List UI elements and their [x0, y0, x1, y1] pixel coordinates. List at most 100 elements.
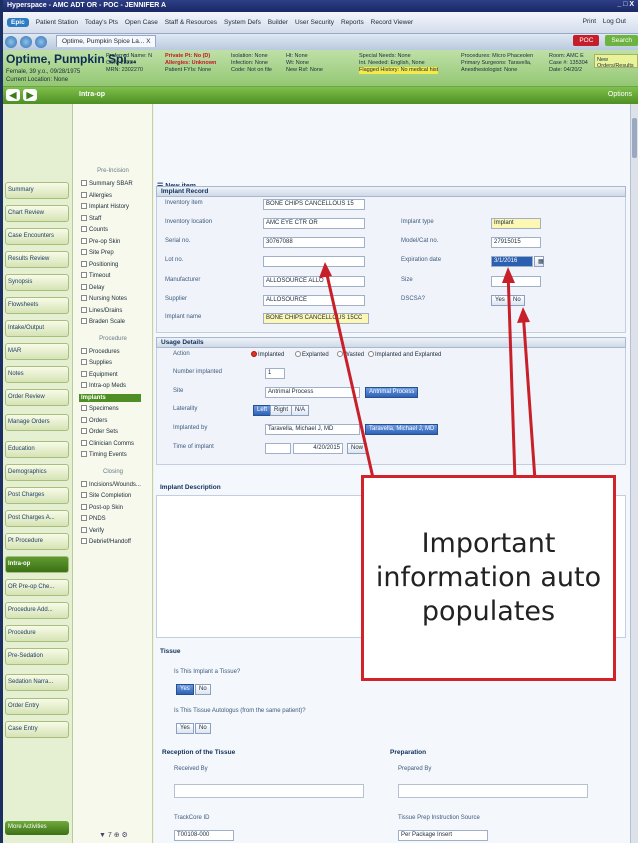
checkbox-icon[interactable]: [81, 249, 87, 255]
model-field[interactable]: 27915015: [491, 237, 541, 248]
checkbox-icon[interactable]: [81, 226, 87, 232]
nav-case-entry[interactable]: Case Entry: [5, 721, 69, 738]
nav-demographics[interactable]: Demographics: [5, 464, 69, 481]
epic-logo[interactable]: Epic: [7, 18, 29, 27]
lot-field[interactable]: [263, 256, 365, 267]
phase-item-timing-events[interactable]: Timing Events: [81, 451, 127, 458]
dscsa-no-button[interactable]: No: [509, 295, 525, 306]
prep-instruction-field[interactable]: Per Package Insert: [398, 830, 488, 841]
tissue-yes-button[interactable]: Yes: [176, 684, 194, 695]
checkbox-icon[interactable]: [81, 295, 87, 301]
menu-record-viewer[interactable]: Record Viewer: [371, 19, 414, 26]
phase-item-lines-drains[interactable]: Lines/Drains: [81, 306, 122, 314]
size-field[interactable]: [491, 276, 541, 287]
phase-item-pnds[interactable]: PNDS: [81, 515, 106, 522]
phase-item-allergies[interactable]: Allergies: [81, 191, 112, 199]
implant-name-field[interactable]: BONE CHIPS CANCELLOUS 15CC: [263, 313, 369, 324]
phase-item-counts[interactable]: Counts: [81, 226, 108, 233]
nav-mar[interactable]: MAR: [5, 343, 69, 360]
phase-item-verify[interactable]: Verify: [81, 526, 104, 534]
autologous-no-button[interactable]: No: [195, 723, 211, 734]
checkbox-icon[interactable]: [81, 370, 87, 377]
phase-item-orders[interactable]: Orders: [81, 416, 107, 424]
time-of-implant-time[interactable]: [265, 443, 291, 454]
nav-flowsheets[interactable]: Flowsheets: [5, 297, 69, 314]
checkbox-icon[interactable]: [81, 237, 87, 244]
poc-badge[interactable]: POC: [573, 35, 600, 46]
forward-icon[interactable]: [35, 36, 47, 48]
prepared-by-field[interactable]: [398, 784, 588, 798]
implanted-by-select-button[interactable]: Taravella, Michael J, MD: [365, 424, 439, 435]
nav-summary[interactable]: Summary: [5, 182, 69, 199]
trackcore-field[interactable]: T00108-000: [174, 830, 234, 841]
phase-item-clinician-comms[interactable]: Clinician Comms: [81, 439, 134, 447]
phase-item-positioning[interactable]: Positioning: [81, 260, 118, 268]
checkbox-icon[interactable]: [81, 359, 87, 365]
nav-post-charges[interactable]: Post Charges: [5, 487, 69, 504]
checkbox-icon[interactable]: [81, 347, 87, 354]
menu-staff-resources[interactable]: Staff & Resources: [165, 19, 217, 26]
action-implanted-explanted[interactable]: Implanted and Explanted: [368, 351, 441, 358]
checkbox-icon[interactable]: [81, 306, 87, 313]
checkbox-icon[interactable]: [81, 283, 87, 290]
phase-item-timeout[interactable]: Timeout: [81, 272, 110, 279]
phase-item-staff[interactable]: Staff: [81, 214, 101, 222]
action-wasted[interactable]: Wasted: [337, 351, 364, 358]
phase-item-site-completion[interactable]: Site Completion: [81, 492, 131, 499]
nav-education[interactable]: Education: [5, 441, 69, 458]
laterality-left[interactable]: Left: [253, 405, 272, 416]
nav-manage-orders[interactable]: Manage Orders: [5, 414, 69, 431]
implanted-by-field[interactable]: Taravella, Michael J, MD: [265, 424, 360, 435]
menu-builder[interactable]: Builder: [268, 19, 288, 26]
site-field[interactable]: Antrimal Process: [265, 387, 360, 398]
checkbox-icon[interactable]: [81, 214, 87, 221]
phase-item-post-op-skin[interactable]: Post-op Skin: [81, 503, 123, 511]
checkbox-icon[interactable]: [81, 318, 87, 324]
checkbox-icon[interactable]: [81, 492, 87, 498]
nav-post-charges-a[interactable]: Post Charges A...: [5, 510, 69, 527]
phase-item-procedures[interactable]: Procedures: [81, 347, 120, 355]
checkbox-icon[interactable]: [81, 480, 87, 487]
phase-item-delay[interactable]: Delay: [81, 283, 104, 291]
checkbox-icon[interactable]: [81, 180, 87, 186]
checkbox-icon[interactable]: [81, 439, 87, 446]
checkbox-icon[interactable]: [81, 260, 87, 267]
vertical-scrollbar[interactable]: [630, 104, 638, 843]
menu-todays-pts[interactable]: Today's Pts: [85, 19, 118, 26]
print-button[interactable]: Print: [583, 18, 596, 25]
phase-item-specimens[interactable]: Specimens: [81, 405, 119, 412]
menu-patient-station[interactable]: Patient Station: [36, 19, 78, 26]
navigator-toolbar[interactable]: ▼ 7 ⊕ ⚙: [99, 831, 128, 839]
action-explanted[interactable]: Explanted: [295, 351, 329, 358]
nav-or-pre-op-che[interactable]: OR Pre-op Che...: [5, 579, 69, 596]
autologous-yes-button[interactable]: Yes: [176, 723, 194, 734]
nav-synopsis[interactable]: Synopsis: [5, 274, 69, 291]
checkbox-icon[interactable]: [81, 272, 87, 278]
phase-item-debrief-handoff[interactable]: Debrief/Handoff: [81, 538, 131, 545]
phase-item-summary-sbar[interactable]: Summary SBAR: [81, 180, 133, 187]
nav-chart-review[interactable]: Chart Review: [5, 205, 69, 222]
nav-pt-procedure[interactable]: Pt Procedure: [5, 533, 69, 550]
phase-item-nursing-notes[interactable]: Nursing Notes: [81, 295, 127, 302]
phase-item-supplies[interactable]: Supplies: [81, 359, 112, 366]
more-activities-button[interactable]: More Activities: [5, 821, 69, 835]
home-icon[interactable]: [20, 36, 32, 48]
nav-results-review[interactable]: Results Review: [5, 251, 69, 268]
nav-intra-op[interactable]: Intra-op: [5, 556, 69, 573]
options-button[interactable]: Options: [608, 91, 632, 98]
implant-type-field[interactable]: Implant: [491, 218, 541, 229]
laterality-right[interactable]: Right: [270, 405, 293, 416]
nav-order-entry[interactable]: Order Entry: [5, 698, 69, 715]
phase-item-intra-op-meds[interactable]: Intra-op Meds: [81, 382, 126, 389]
menu-reports[interactable]: Reports: [341, 19, 364, 26]
time-of-implant-date[interactable]: 4/20/2015: [293, 443, 343, 454]
checkbox-icon[interactable]: [81, 451, 87, 457]
close-tab-icon[interactable]: X: [146, 38, 150, 45]
checkbox-icon[interactable]: [81, 538, 87, 544]
checkbox-icon[interactable]: [81, 416, 87, 423]
phase-item-site-prep[interactable]: Site Prep: [81, 249, 114, 256]
checkbox-icon[interactable]: [81, 515, 87, 521]
menu-open-case[interactable]: Open Case: [125, 19, 158, 26]
back-icon[interactable]: [5, 36, 17, 48]
number-implanted-field[interactable]: 1: [265, 368, 285, 379]
